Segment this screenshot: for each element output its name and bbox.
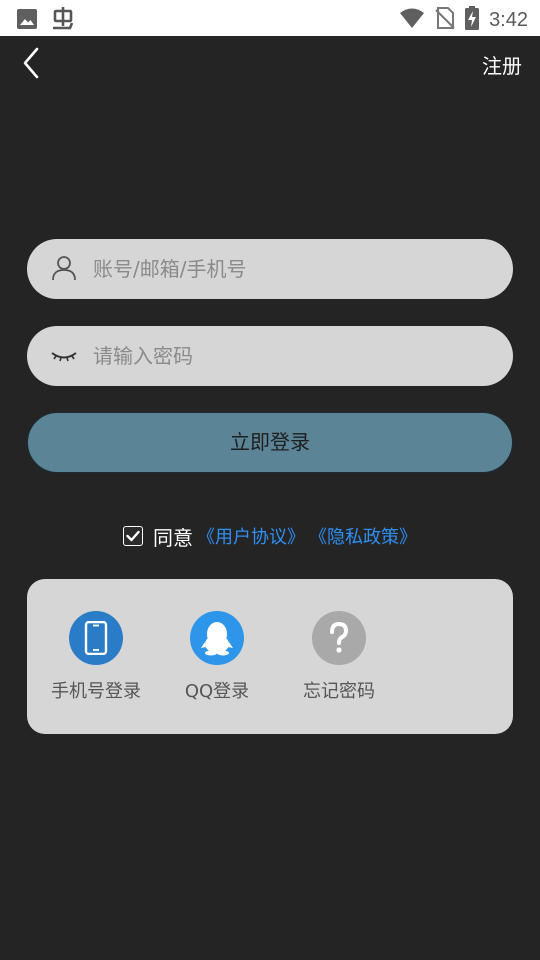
status-bar: 3:42 [0,0,540,36]
image-icon [16,8,38,34]
wifi-icon [399,7,425,33]
battery-charging-icon [465,6,480,34]
user-agreement-link[interactable]: 《用户协议》 [197,523,305,549]
qq-login-option[interactable]: QQ登录 [157,611,277,703]
register-link[interactable]: 注册 [482,50,522,79]
status-time: 3:42 [489,8,528,31]
back-button[interactable] [16,46,48,80]
chevron-left-icon [23,47,39,79]
account-input[interactable] [93,239,493,299]
app-bug-icon [50,6,76,36]
agree-checkbox[interactable] [123,526,143,546]
password-input[interactable] [93,326,493,386]
forgot-password-badge [312,611,366,665]
login-button[interactable]: 立即登录 [27,412,513,473]
checkmark-icon [124,527,142,545]
privacy-policy-link[interactable]: 《隐私政策》 [309,523,417,549]
qq-login-badge [190,611,244,665]
phone-login-option[interactable]: 手机号登录 [36,611,156,703]
agree-text: 同意 [153,525,193,550]
user-icon [52,256,76,281]
top-bar: 注册 [0,36,540,92]
phone-login-label: 手机号登录 [51,681,141,702]
no-sim-icon [435,7,455,33]
qq-login-label: QQ登录 [184,681,250,702]
agreement-row: 同意 《用户协议》 《隐私政策》 [0,520,540,552]
other-login-card: 手机号登录 QQ登录 忘记密码 [27,579,513,734]
phone-login-badge [69,611,123,665]
account-field[interactable] [27,239,513,299]
forgot-password-label: 忘记密码 [303,681,375,702]
status-right: 3:42 [399,6,528,34]
phone-icon [84,621,108,655]
eye-closed-icon [51,352,77,362]
forgot-password-option[interactable]: 忘记密码 [279,611,399,703]
status-left [16,6,76,36]
question-icon [330,621,349,653]
qq-penguin-icon [201,622,233,656]
password-field[interactable] [27,326,513,386]
